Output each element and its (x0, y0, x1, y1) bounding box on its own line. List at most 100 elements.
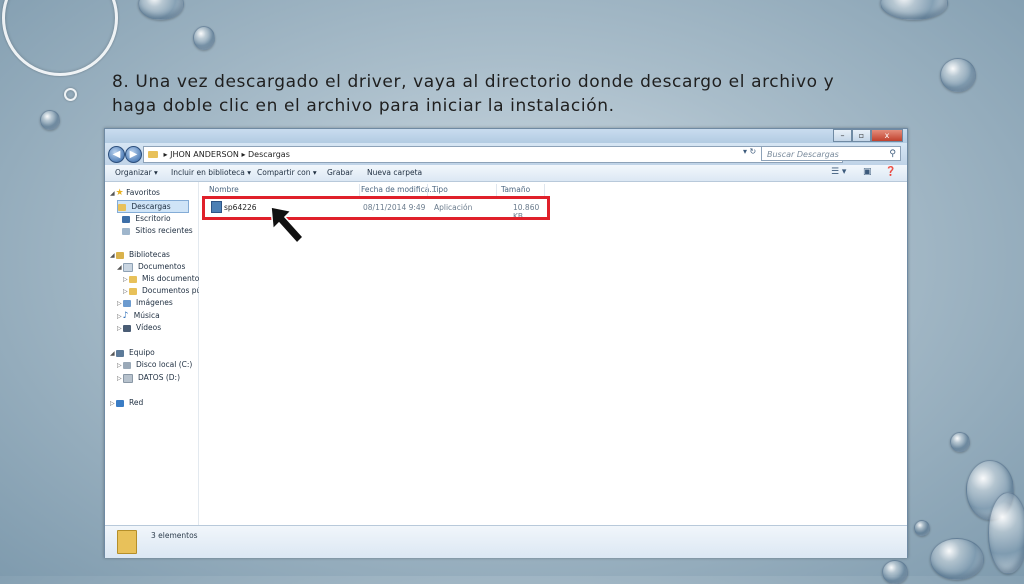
refresh-icon[interactable]: ▾ ↻ (743, 147, 756, 156)
new-folder-button[interactable]: Nueva carpeta (367, 168, 422, 177)
folder-icon (128, 287, 137, 295)
caption-line-2: haga doble clic en el archivo para inici… (112, 96, 615, 116)
pointer-arrow-icon (270, 206, 305, 245)
drive-icon (122, 361, 131, 369)
window-controls: – ▫ x (833, 129, 903, 142)
nav-datos[interactable]: ▷ DATOS (D:) (117, 372, 180, 383)
column-header-type[interactable]: Tipo (432, 185, 448, 194)
nav-images[interactable]: ▷ Imágenes (117, 297, 173, 308)
water-drop-decoration (880, 0, 948, 20)
column-divider[interactable] (496, 184, 497, 196)
drive-icon (122, 373, 133, 383)
nav-videos-label: Vídeos (136, 323, 162, 332)
nav-documents[interactable]: ◢ Documentos (117, 261, 185, 272)
nav-favorites-label: Favoritos (126, 188, 160, 197)
nav-libraries-label: Bibliotecas (129, 250, 170, 259)
column-header-size[interactable]: Tamaño (501, 185, 530, 194)
nav-computer[interactable]: ◢ Equipo (110, 347, 155, 358)
view-options-icon[interactable]: ☰ ▾ (831, 167, 846, 177)
downloads-folder-icon (118, 203, 126, 211)
minimize-button[interactable]: – (833, 129, 852, 142)
nav-my-documents-label: Mis documentos (142, 274, 204, 283)
search-placeholder: Buscar Descargas (767, 150, 839, 159)
water-drop-decoration (138, 0, 184, 20)
explorer-window: – ▫ x ◀ ▶ ▸ JHON ANDERSON ▸ Descargas ▾ … (104, 128, 908, 558)
nav-music[interactable]: ▷♪ Música (117, 310, 160, 321)
breadcrumb-user[interactable]: JHON ANDERSON (170, 150, 239, 159)
column-divider[interactable] (544, 184, 545, 196)
nav-recent[interactable]: Sitios recientes (122, 225, 193, 236)
videos-icon (122, 324, 131, 332)
search-icon[interactable]: ⚲ (889, 147, 896, 162)
forward-button[interactable]: ▶ (125, 146, 142, 163)
folder-icon (148, 151, 158, 158)
include-library-menu[interactable]: Incluir en biblioteca ▾ (171, 168, 251, 177)
nav-desktop-label: Escritorio (135, 214, 171, 223)
water-drop-decoration (950, 432, 970, 452)
water-drop-decoration (40, 110, 60, 130)
nav-datos-label: DATOS (D:) (138, 373, 180, 382)
share-menu[interactable]: Compartir con ▾ (257, 168, 317, 177)
nav-public-documents[interactable]: ▷ Documentos públ (123, 285, 208, 296)
water-drop-decoration (930, 538, 984, 580)
preview-pane-icon[interactable]: ▣ (863, 167, 872, 177)
nav-local-disk-label: Disco local (C:) (136, 360, 193, 369)
recent-places-icon (122, 227, 130, 235)
search-input[interactable]: Buscar Descargas ⚲ (761, 146, 901, 161)
nav-images-label: Imágenes (136, 298, 173, 307)
documents-icon (122, 262, 133, 272)
desktop-icon (122, 215, 130, 223)
column-header-name[interactable]: Nombre (209, 185, 239, 194)
back-button[interactable]: ◀ (108, 146, 125, 163)
maximize-button[interactable]: ▫ (852, 129, 871, 142)
folder-icon (117, 530, 137, 554)
column-divider[interactable] (359, 184, 360, 196)
images-icon (122, 299, 131, 307)
water-drop-decoration (882, 560, 908, 584)
nav-recent-label: Sitios recientes (135, 226, 193, 235)
water-drop-decoration (988, 492, 1024, 574)
breadcrumb-separator-icon: ▸ (163, 150, 168, 159)
water-drop-decoration (193, 26, 215, 50)
star-icon: ★ (115, 188, 124, 198)
organize-menu[interactable]: Organizar ▾ (115, 168, 158, 177)
navigation-pane: ◢★ Favoritos Descargas Escritorio Sitios… (105, 182, 208, 525)
water-drop-decoration (914, 520, 930, 536)
computer-icon (115, 349, 124, 357)
nav-network[interactable]: ▷ Red (110, 397, 143, 408)
water-drop-decoration (2, 0, 118, 76)
status-bar: 3 elementos (105, 525, 907, 558)
burn-button[interactable]: Grabar (327, 168, 353, 177)
nav-my-documents[interactable]: ▷ Mis documentos (123, 273, 203, 284)
water-drop-decoration (940, 58, 976, 92)
address-row: ◀ ▶ ▸ JHON ANDERSON ▸ Descargas ▾ ↻ Busc… (105, 143, 907, 165)
caption-line-1: 8. Una vez descargado el driver, vaya al… (112, 72, 835, 92)
music-icon: ♪ (122, 311, 129, 321)
folder-icon (128, 275, 137, 283)
nav-computer-label: Equipo (129, 348, 155, 357)
nav-local-disk[interactable]: ▷ Disco local (C:) (117, 359, 192, 370)
command-bar: Organizar ▾ Incluir en biblioteca ▾ Comp… (105, 165, 907, 182)
nav-videos[interactable]: ▷ Vídeos (117, 322, 161, 333)
column-divider[interactable] (427, 184, 428, 196)
title-bar: – ▫ x (105, 129, 907, 143)
nav-libraries[interactable]: ◢ Bibliotecas (110, 249, 170, 260)
nav-music-label: Música (133, 311, 160, 320)
network-icon (115, 399, 124, 407)
nav-downloads-label: Descargas (131, 202, 171, 211)
column-header-modified[interactable]: Fecha de modifica... (361, 185, 436, 194)
slide-caption: 8. Una vez descargado el driver, vaya al… (112, 70, 892, 118)
breadcrumb-separator-icon: ▸ (241, 150, 246, 159)
library-icon (115, 251, 124, 259)
breadcrumb-downloads[interactable]: Descargas (248, 150, 290, 159)
help-icon[interactable]: ❓ (885, 167, 896, 177)
address-bar[interactable]: ▸ JHON ANDERSON ▸ Descargas (143, 146, 843, 163)
water-drop-decoration (64, 88, 77, 101)
close-button[interactable]: x (871, 129, 903, 142)
item-count: 3 elementos (151, 531, 198, 540)
nav-network-label: Red (129, 398, 144, 407)
nav-favorites[interactable]: ◢★ Favoritos (110, 187, 160, 198)
nav-documents-label: Documentos (138, 262, 186, 271)
nav-desktop[interactable]: Escritorio (122, 213, 171, 224)
nav-downloads[interactable]: Descargas (117, 200, 189, 213)
